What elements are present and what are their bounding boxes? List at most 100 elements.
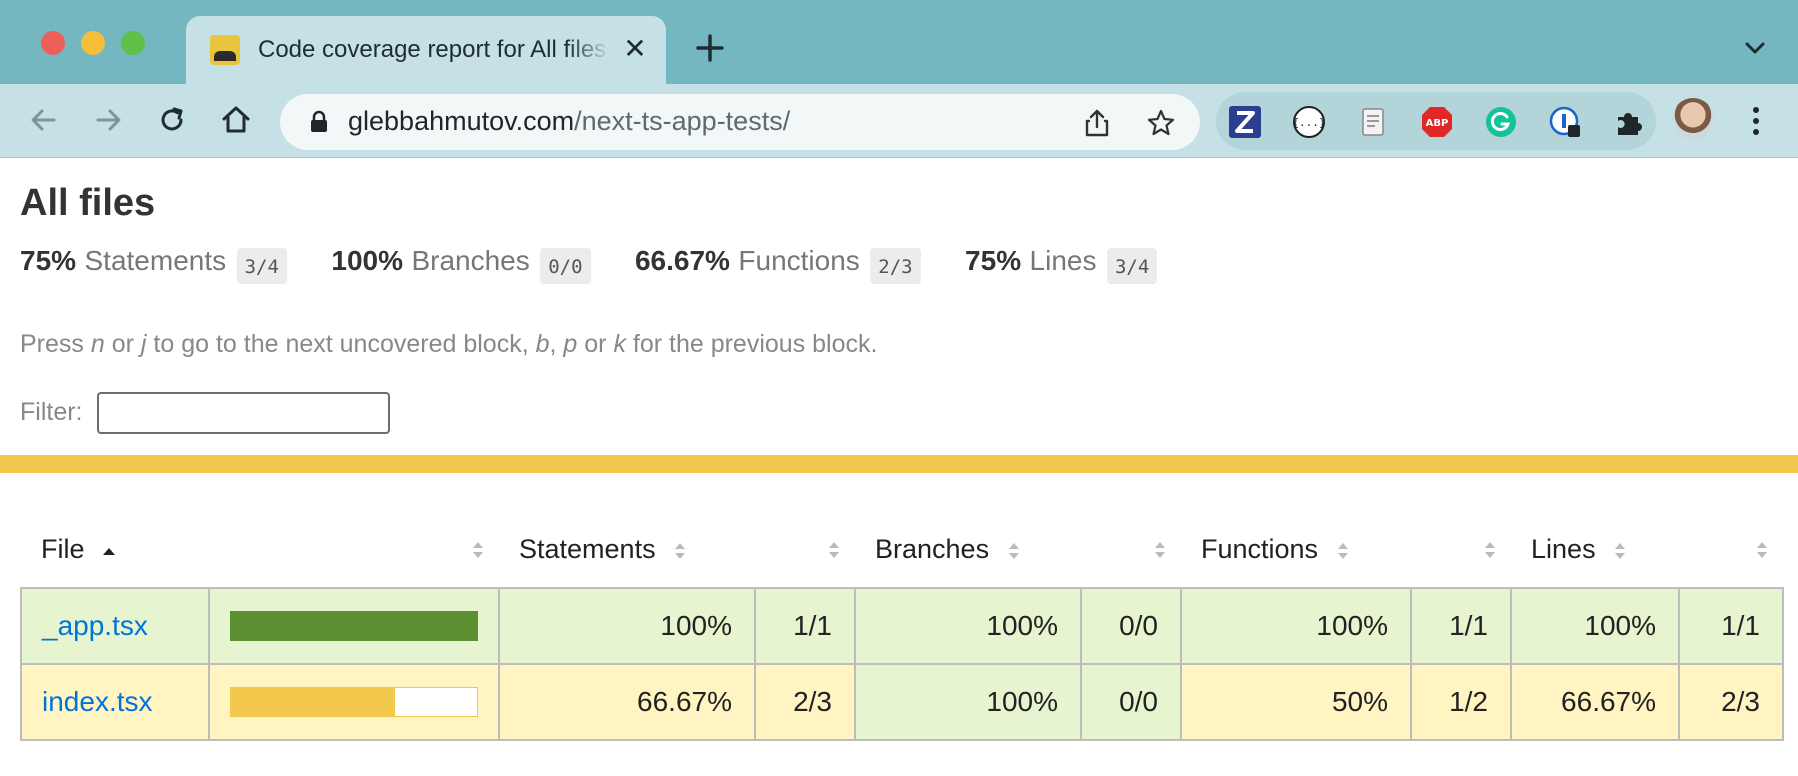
window-zoom-button[interactable] (121, 31, 145, 55)
extension-doc-icon[interactable] (1356, 105, 1390, 139)
summary-pct: 100% (331, 245, 403, 276)
lines-pct: 100% (1510, 587, 1681, 665)
sort-icon (1008, 542, 1019, 559)
summary-label: Statements (84, 245, 227, 276)
keyboard-hint: Press n or j to go to the next uncovered… (20, 330, 878, 358)
branches-pct: 100% (854, 587, 1082, 665)
summary-label: Functions (738, 245, 860, 276)
column-header-lines[interactable]: Lines (1511, 512, 1783, 588)
coverage-report-page: All files 75% Statements 3/4 100% Branch… (0, 158, 1798, 776)
statements-pct: 66.67% (498, 663, 756, 741)
summary-fraction: 0/0 (540, 247, 591, 284)
file-link[interactable]: index.tsx (42, 686, 153, 717)
coverage-status-strip (0, 455, 1798, 473)
file-cell: index.tsx (20, 663, 210, 741)
extensions-bar: {...} ABP (1216, 92, 1656, 150)
tab-title: Code coverage report for All files (258, 36, 607, 63)
branches-fraction: 0/0 (1080, 587, 1182, 665)
branches-fraction: 0/0 (1080, 663, 1182, 741)
summary-pct: 66.67% (634, 245, 730, 276)
branches-pct: 100% (854, 663, 1082, 741)
avatar[interactable] (1672, 98, 1714, 140)
home-icon[interactable] (218, 102, 254, 138)
new-tab-plus-icon[interactable] (692, 30, 728, 66)
window-close-button[interactable] (41, 31, 65, 55)
table-row: index.tsx 66.67% 2/3 100% 0/0 50% 1/2 66… (20, 663, 1785, 741)
summary-fraction: 3/4 (236, 247, 287, 284)
functions-fraction: 1/1 (1409, 587, 1513, 665)
coverage-bar-fill (231, 612, 477, 640)
lines-fraction: 1/1 (1678, 587, 1785, 665)
summary-fraction: 3/4 (1106, 247, 1158, 284)
summary-pct: 75% (20, 245, 77, 276)
page-title: All files (20, 182, 156, 224)
star-icon[interactable] (1146, 108, 1176, 138)
sort-ascending-icon (103, 547, 116, 555)
summary-label: Lines (1029, 245, 1097, 276)
browser-tab-active[interactable]: Code coverage report for All files ✕ (186, 16, 666, 84)
summary-branches: 100% Branches 0/0 (331, 245, 591, 284)
lines-pct: 66.67% (1510, 663, 1681, 741)
reload-icon[interactable] (154, 102, 190, 138)
address-bar[interactable]: glebbahmutov.com/next-ts-app-tests/ (280, 94, 1200, 150)
sort-icon[interactable] (1483, 539, 1497, 561)
forward-arrow-icon[interactable] (90, 102, 126, 138)
browser-toolbar: glebbahmutov.com/next-ts-app-tests/ {...… (0, 84, 1798, 158)
sort-icon (675, 542, 686, 559)
statements-fraction: 1/1 (754, 587, 856, 665)
chevron-down-icon[interactable] (1740, 36, 1770, 60)
adblock-icon[interactable]: ABP (1420, 105, 1454, 139)
coverage-summary: 75% Statements 3/4 100% Branches 0/0 66.… (20, 245, 1197, 285)
table-header-row: File Statements Branches Functions Lines (21, 512, 1783, 588)
sort-icon[interactable] (1153, 539, 1167, 561)
statements-pct: 100% (498, 587, 756, 665)
header-label: Statements (519, 534, 656, 564)
coverage-bar (230, 687, 478, 717)
puzzle-extensions-icon[interactable] (1612, 105, 1646, 139)
column-header-file[interactable]: File (21, 512, 499, 588)
sort-icon[interactable] (471, 539, 485, 561)
coverage-bar-cell (208, 587, 500, 665)
lock-icon[interactable] (308, 110, 330, 134)
lines-fraction: 2/3 (1678, 663, 1785, 741)
svg-text:ABP: ABP (1426, 118, 1449, 129)
file-link[interactable]: _app.tsx (42, 610, 148, 641)
coverage-bar-cell (208, 663, 500, 741)
coverage-bar-fill (231, 688, 395, 716)
sort-icon (1615, 542, 1626, 559)
column-header-branches[interactable]: Branches (855, 512, 1181, 588)
share-icon[interactable] (1082, 108, 1112, 138)
kebab-menu-icon[interactable] (1742, 104, 1770, 138)
coverage-table: File Statements Branches Functions Lines… (20, 512, 1785, 741)
header-label: Branches (875, 534, 990, 564)
extension-z-icon[interactable] (1228, 105, 1262, 139)
sort-icon[interactable] (1755, 539, 1769, 561)
summary-functions: 66.67% Functions 2/3 (635, 245, 921, 284)
column-header-statements[interactable]: Statements (499, 512, 855, 588)
url-text[interactable]: glebbahmutov.com/next-ts-app-tests/ (348, 106, 790, 137)
browser-tabstrip: Code coverage report for All files ✕ (0, 0, 1798, 84)
sort-icon[interactable] (827, 539, 841, 561)
extension-json-icon[interactable]: {...} (1292, 105, 1326, 139)
header-label: Lines (1531, 534, 1596, 564)
coverage-bar (230, 611, 478, 641)
functions-pct: 50% (1180, 663, 1412, 741)
tab-favicon-icon (210, 35, 240, 65)
functions-pct: 100% (1180, 587, 1412, 665)
summary-fraction: 2/3 (870, 247, 921, 284)
password-extension-icon[interactable] (1548, 105, 1582, 139)
file-cell: _app.tsx (20, 587, 210, 665)
svg-text:{...}: {...} (1292, 116, 1325, 129)
back-arrow-icon[interactable] (26, 102, 62, 138)
sort-icon (1337, 542, 1348, 559)
tab-close-icon[interactable]: ✕ (620, 34, 650, 64)
table-row: _app.tsx 100% 1/1 100% 0/0 100% 1/1 100%… (20, 587, 1785, 665)
grammarly-icon[interactable] (1484, 105, 1518, 139)
summary-statements: 75% Statements 3/4 (20, 245, 287, 284)
filter-input[interactable] (97, 392, 390, 434)
column-header-functions[interactable]: Functions (1181, 512, 1511, 588)
summary-pct: 75% (965, 245, 1022, 276)
window-minimize-button[interactable] (81, 31, 105, 55)
filter-label: Filter: (20, 398, 83, 426)
header-label: Functions (1201, 534, 1319, 564)
